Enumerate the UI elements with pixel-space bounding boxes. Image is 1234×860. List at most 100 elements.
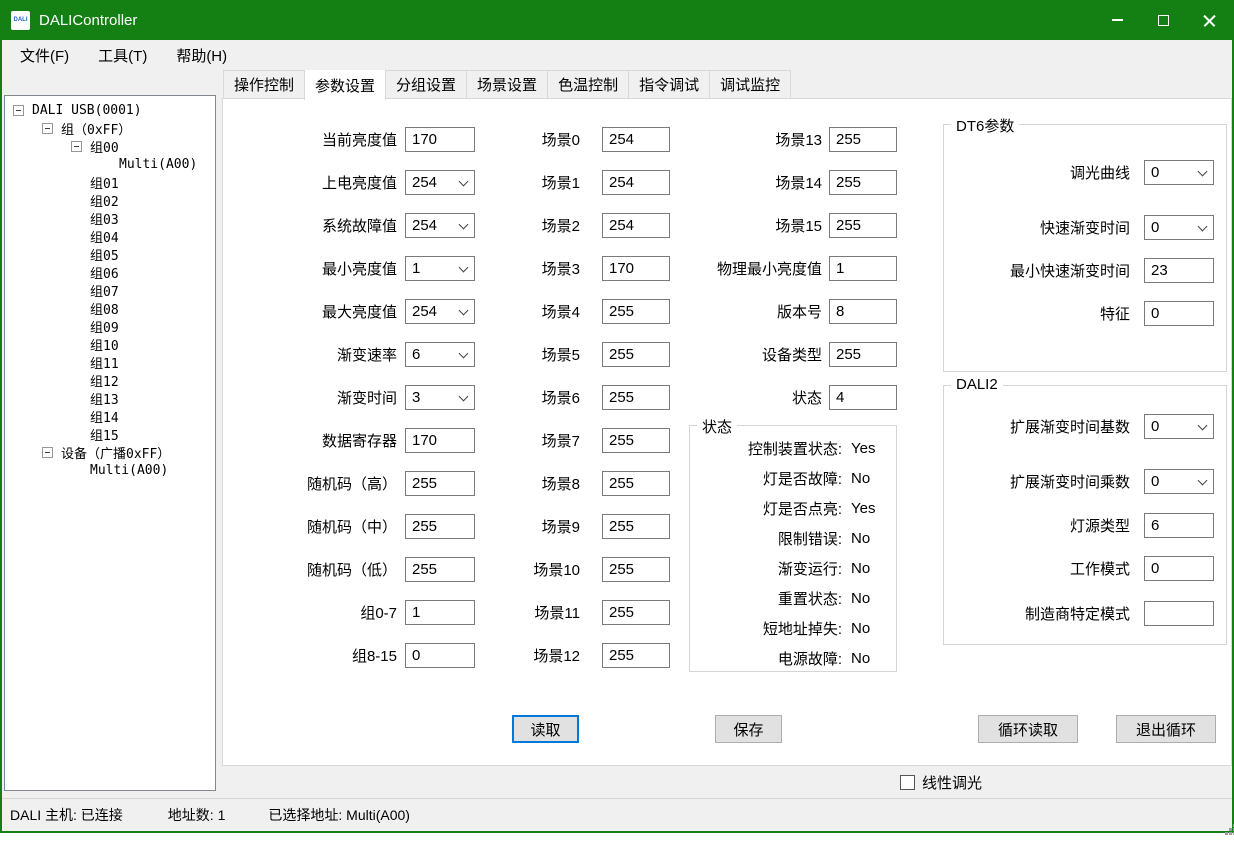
field-input[interactable] xyxy=(1144,258,1214,283)
field-input[interactable] xyxy=(1144,414,1214,439)
field-input[interactable] xyxy=(405,385,475,410)
tab[interactable]: 分组设置 xyxy=(385,70,467,99)
field-input[interactable] xyxy=(405,256,475,281)
tree-item[interactable]: 设备（广播0xFF） xyxy=(5,443,215,461)
tree-item[interactable]: 组04 xyxy=(5,227,215,245)
tab[interactable]: 调试监控 xyxy=(709,70,791,99)
tree-item[interactable]: 组06 xyxy=(5,263,215,281)
field-input[interactable] xyxy=(1144,513,1214,538)
menu-item[interactable]: 文件(F) xyxy=(10,41,79,70)
status-label: 渐变运行: xyxy=(690,558,842,579)
field-label: 场景6 xyxy=(488,387,580,408)
field-input[interactable] xyxy=(602,127,670,152)
tree-item[interactable]: 组（0xFF） xyxy=(5,119,215,137)
tree-item[interactable]: 组09 xyxy=(5,317,215,335)
tree-collapse-icon[interactable] xyxy=(42,123,53,134)
tree-item[interactable]: 组08 xyxy=(5,299,215,317)
tab[interactable]: 指令调试 xyxy=(628,70,710,99)
field-input[interactable] xyxy=(405,127,475,152)
field-input[interactable] xyxy=(1144,215,1214,240)
field-input[interactable] xyxy=(405,213,475,238)
maximize-button[interactable] xyxy=(1140,0,1186,40)
field-input[interactable] xyxy=(602,256,670,281)
menu-item[interactable]: 帮助(H) xyxy=(166,41,237,70)
field-label: 场景9 xyxy=(488,516,580,537)
field-input[interactable] xyxy=(1144,469,1214,494)
resize-grip[interactable] xyxy=(1225,824,1228,827)
field-input[interactable] xyxy=(602,600,670,625)
tree-item[interactable]: 组14 xyxy=(5,407,215,425)
field-input[interactable] xyxy=(602,342,670,367)
tree-item[interactable]: 组10 xyxy=(5,335,215,353)
field-input[interactable] xyxy=(602,514,670,539)
exit-loop-button[interactable]: 退出循环 xyxy=(1116,715,1216,743)
save-button[interactable]: 保存 xyxy=(715,715,782,743)
tree-item[interactable]: 组07 xyxy=(5,281,215,299)
field-input[interactable] xyxy=(829,127,897,152)
field-input[interactable] xyxy=(405,514,475,539)
tree-item[interactable]: Multi(A00) xyxy=(5,155,215,173)
tree-item[interactable]: 组00 xyxy=(5,137,215,155)
field-input[interactable] xyxy=(829,385,897,410)
status-row: 灯是否故障: No xyxy=(690,463,896,493)
field-input[interactable] xyxy=(405,471,475,496)
menu-item[interactable]: 工具(T) xyxy=(88,41,157,70)
field-input[interactable] xyxy=(1144,160,1214,185)
tree-item[interactable]: 组02 xyxy=(5,191,215,209)
field-input[interactable] xyxy=(405,170,475,195)
field-input[interactable] xyxy=(829,256,897,281)
field-input-wrap xyxy=(602,514,670,539)
tree-item[interactable]: 组11 xyxy=(5,353,215,371)
field-input-wrap xyxy=(829,385,897,410)
tree-item[interactable]: 组03 xyxy=(5,209,215,227)
field-input[interactable] xyxy=(602,557,670,582)
field-input[interactable] xyxy=(602,643,670,668)
minimize-button[interactable] xyxy=(1094,0,1140,40)
field-input[interactable] xyxy=(405,299,475,324)
field-label: 场景13 xyxy=(712,129,822,150)
field-input[interactable] xyxy=(602,385,670,410)
field-input[interactable] xyxy=(405,557,475,582)
field-input[interactable] xyxy=(405,600,475,625)
tree-collapse-icon[interactable] xyxy=(13,105,24,116)
field-input[interactable] xyxy=(405,428,475,453)
field-input[interactable] xyxy=(1144,301,1214,326)
field-input[interactable] xyxy=(829,342,897,367)
field-input[interactable] xyxy=(602,170,670,195)
field-input-wrap xyxy=(405,600,475,625)
field-input[interactable] xyxy=(829,299,897,324)
checkbox-box-icon[interactable] xyxy=(900,775,915,790)
dali2-group-title: DALI2 xyxy=(951,376,1003,393)
tab[interactable]: 色温控制 xyxy=(547,70,629,99)
field-input[interactable] xyxy=(1144,601,1214,626)
field-row: 组0-7 xyxy=(225,600,475,625)
linear-dimming-checkbox[interactable]: 线性调光 xyxy=(900,772,982,793)
field-input[interactable] xyxy=(602,471,670,496)
field-input[interactable] xyxy=(602,299,670,324)
tree-collapse-icon[interactable] xyxy=(71,141,82,152)
group-field-row: 调光曲线 xyxy=(944,160,1226,185)
field-input[interactable] xyxy=(829,170,897,195)
tree-item[interactable]: 组05 xyxy=(5,245,215,263)
tree-collapse-icon[interactable] xyxy=(42,447,53,458)
tree-item[interactable]: DALI USB(0001) xyxy=(5,101,215,119)
tree-item-label: 组08 xyxy=(90,299,119,318)
field-input[interactable] xyxy=(405,643,475,668)
loop-read-button[interactable]: 循环读取 xyxy=(978,715,1078,743)
tree-item[interactable]: Multi(A00) xyxy=(5,461,215,479)
tab[interactable]: 场景设置 xyxy=(466,70,548,99)
tree-item[interactable]: 组01 xyxy=(5,173,215,191)
close-button[interactable] xyxy=(1186,0,1232,40)
field-input[interactable] xyxy=(1144,556,1214,581)
read-button[interactable]: 读取 xyxy=(512,715,579,743)
field-input[interactable] xyxy=(602,213,670,238)
tree-item[interactable]: 组15 xyxy=(5,425,215,443)
field-input[interactable] xyxy=(602,428,670,453)
field-input[interactable] xyxy=(829,213,897,238)
tab[interactable]: 参数设置 xyxy=(304,70,386,100)
tab[interactable]: 操作控制 xyxy=(223,70,305,99)
tree-item[interactable]: 组13 xyxy=(5,389,215,407)
status-group-title: 状态 xyxy=(697,416,737,437)
tree-item[interactable]: 组12 xyxy=(5,371,215,389)
field-input[interactable] xyxy=(405,342,475,367)
